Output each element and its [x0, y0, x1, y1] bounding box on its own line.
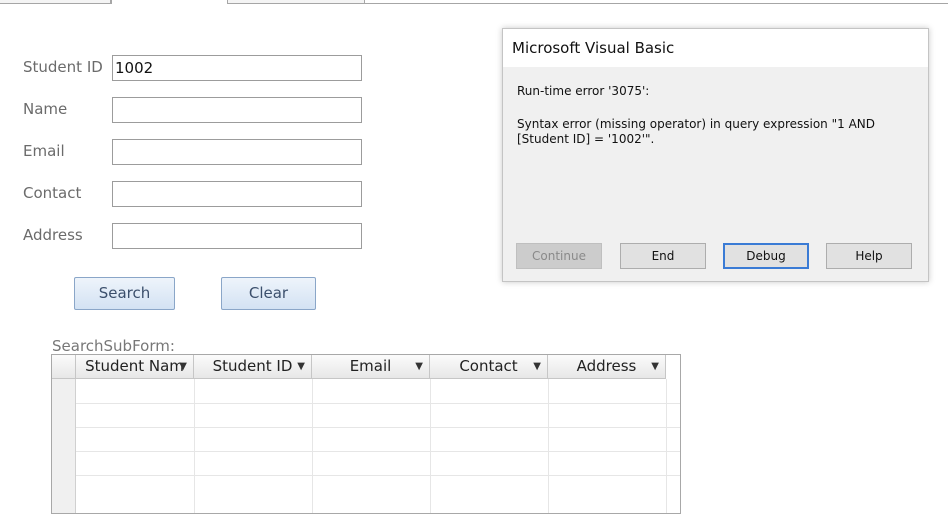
row-divider — [76, 427, 680, 428]
column-header-student-id[interactable]: Student ID ▼ — [194, 355, 312, 379]
select-all-corner[interactable] — [52, 355, 76, 379]
student-id-label: Student ID — [23, 58, 103, 76]
column-header-address[interactable]: Address ▼ — [548, 355, 666, 379]
tab-3[interactable] — [227, 0, 365, 4]
chevron-down-icon[interactable]: ▼ — [415, 355, 423, 378]
debug-button[interactable]: Debug — [723, 243, 809, 269]
chevron-down-icon[interactable]: ▼ — [651, 355, 659, 378]
name-field[interactable] — [112, 97, 362, 123]
chevron-down-icon[interactable]: ▼ — [179, 355, 187, 378]
vba-error-dialog: Microsoft Visual Basic Run-time error '3… — [502, 28, 929, 282]
contact-label: Contact — [23, 184, 82, 202]
help-button[interactable]: Help — [826, 243, 912, 269]
continue-button: Continue — [516, 243, 602, 269]
column-divider — [666, 379, 667, 513]
column-divider — [312, 379, 313, 513]
column-divider — [194, 379, 195, 513]
row-divider — [76, 403, 680, 404]
subform-label: SearchSubForm: — [52, 337, 175, 355]
clear-button[interactable]: Clear — [221, 277, 316, 310]
column-header-label: Contact — [459, 357, 518, 375]
chevron-down-icon[interactable]: ▼ — [533, 355, 541, 378]
tab-2[interactable] — [111, 0, 228, 4]
dialog-title: Microsoft Visual Basic — [512, 39, 675, 57]
address-label: Address — [23, 226, 83, 244]
tab-strip-rest — [364, 0, 948, 4]
column-divider — [548, 379, 549, 513]
row-divider — [76, 451, 680, 452]
column-header-student-name[interactable]: Student Nam ▼ — [76, 355, 194, 379]
name-label: Name — [23, 100, 68, 118]
column-header-label: Email — [349, 357, 392, 375]
column-header-email[interactable]: Email ▼ — [312, 355, 430, 379]
error-message-text: Syntax error (missing operator) in query… — [517, 117, 875, 146]
email-field[interactable] — [112, 139, 362, 165]
row-divider — [76, 475, 680, 476]
email-label: Email — [23, 142, 65, 160]
error-code-text: Run-time error '3075': — [517, 84, 650, 98]
end-button[interactable]: End — [620, 243, 706, 269]
column-divider — [430, 379, 431, 513]
address-field[interactable] — [112, 223, 362, 249]
student-id-field[interactable] — [112, 55, 362, 81]
search-subform-grid[interactable]: Student Nam ▼ Student ID ▼ Email ▼ Conta… — [51, 354, 681, 514]
column-header-label: Student Nam — [85, 357, 184, 375]
column-header-label: Address — [576, 357, 637, 375]
record-selector-column[interactable] — [52, 379, 76, 513]
search-button[interactable]: Search — [74, 277, 175, 310]
dialog-titlebar[interactable]: Microsoft Visual Basic — [503, 29, 928, 67]
chevron-down-icon[interactable]: ▼ — [297, 355, 305, 378]
contact-field[interactable] — [112, 181, 362, 207]
column-header-contact[interactable]: Contact ▼ — [430, 355, 548, 379]
tab-1[interactable] — [0, 0, 111, 4]
column-header-label: Student ID — [212, 357, 293, 375]
